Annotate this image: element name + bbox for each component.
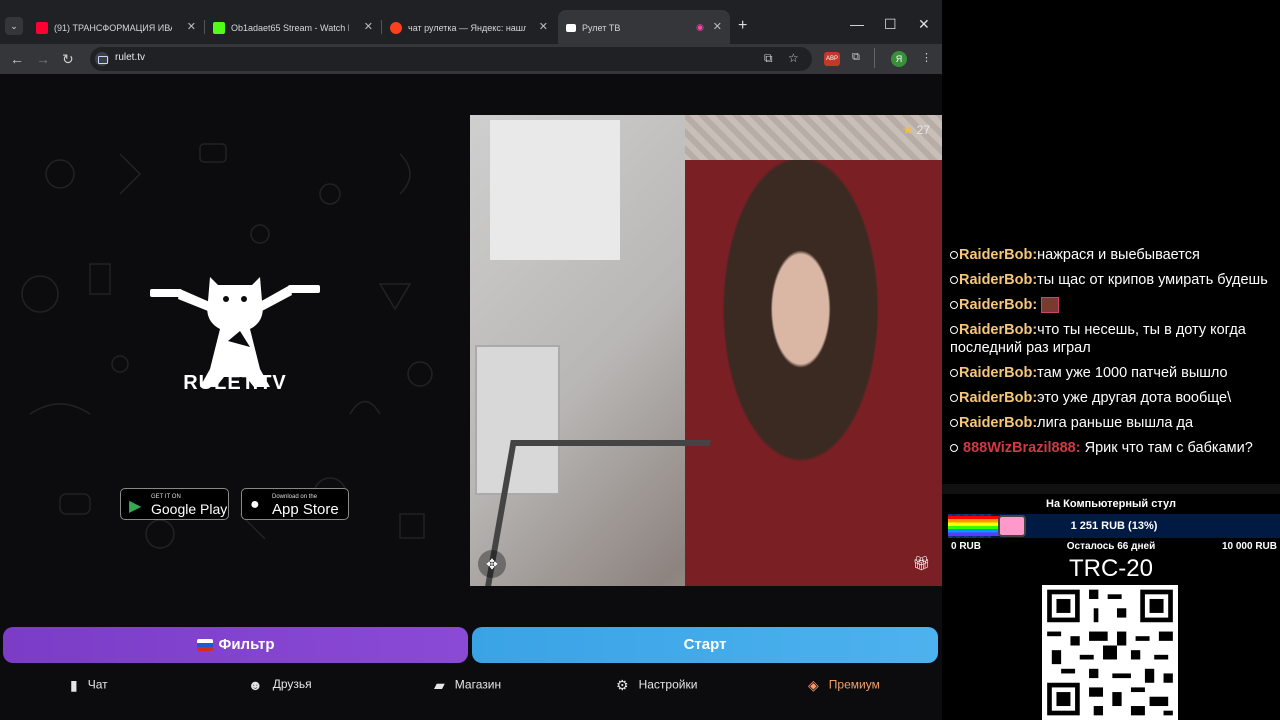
filter-button[interactable]: Фильтр: [3, 627, 468, 663]
nav-settings[interactable]: ⚙ Настройки: [616, 677, 697, 694]
back-button[interactable]: ←: [10, 50, 24, 68]
site-info-icon[interactable]: [95, 52, 109, 66]
chat-icon: ▮: [70, 677, 78, 693]
close-icon[interactable]: ✕: [713, 10, 722, 44]
russia-flag-icon: [196, 639, 213, 652]
install-app-icon[interactable]: ⧉: [764, 51, 773, 66]
nav-shop[interactable]: ▰ Магазин: [434, 677, 501, 694]
chat-message: RaiderBob:ты щас от крипов умирать будеш…: [950, 271, 1275, 289]
adblock-icon[interactable]: ABP: [824, 52, 840, 66]
address-bar[interactable]: rulet.tv ⧉ ☆: [90, 47, 812, 71]
forward-button[interactable]: →: [36, 50, 50, 68]
reload-button[interactable]: ↻: [62, 50, 74, 68]
chat-message: RaiderBob:это уже другая дота вообще\: [950, 389, 1275, 407]
extensions-icon[interactable]: ⧉: [852, 51, 860, 64]
crypto-label: TRC-20: [1068, 555, 1153, 582]
chat-message: RaiderBob:: [950, 296, 1275, 314]
badge-strip: [942, 484, 1280, 494]
rulet-favicon: [566, 23, 576, 32]
yandex-icon: [390, 21, 402, 34]
mask-effects-icon[interactable]: ✥: [478, 550, 506, 578]
stream-chat: RaiderBob:нажрася и выебывается RaiderBo…: [950, 246, 1275, 464]
tag-icon: ◈: [808, 677, 819, 693]
tab-kick[interactable]: Ob1adaet65 Stream - Watch Li ✕: [205, 12, 381, 42]
tab-yandex[interactable]: чат рулетка — Яндекс: нашлос ✕: [382, 12, 556, 42]
maximize-button[interactable]: ☐: [884, 16, 897, 33]
rating-badge: ★ 27: [902, 123, 930, 137]
goal-progress-bar: 1 251 RUB (13%): [948, 514, 1280, 538]
recording-icon: ◉: [696, 22, 704, 32]
friends-icon: ☻: [248, 677, 263, 693]
profile-avatar[interactable]: Я: [891, 51, 907, 67]
close-icon[interactable]: ✕: [364, 12, 373, 42]
close-window-button[interactable]: ✕: [918, 16, 930, 33]
menu-icon[interactable]: ⋮: [921, 51, 932, 64]
gear-icon: ⚙: [616, 677, 629, 693]
emote-image: [1041, 297, 1060, 314]
bookmark-star-icon[interactable]: ☆: [788, 51, 799, 65]
goal-current: 1 251 RUB (13%): [1070, 520, 1158, 532]
toolbar: ← → ↻ rulet.tv ⧉ ☆ ABP ⧉ Я ⋮: [0, 44, 942, 74]
star-icon: ★: [902, 123, 914, 137]
shop-icon: ▰: [434, 677, 445, 693]
rulet-page: RULET.TV ▶ GET IT ON Google Play ● Downl…: [0, 74, 942, 720]
nav-premium[interactable]: ◈ Премиум: [808, 677, 880, 694]
chat-message: RaiderBob:там уже 1000 патчей вышло: [950, 364, 1275, 382]
youtube-icon: [36, 21, 48, 34]
stream-overlay: RaiderBob:нажрася и выебывается RaiderBo…: [942, 0, 1280, 720]
url-text[interactable]: rulet.tv: [115, 52, 145, 63]
nav-friends[interactable]: ☻ Друзья: [248, 677, 312, 693]
chat-message: RaiderBob:лига раньше вышла да: [950, 414, 1275, 432]
tab-bar: ⌄ (91) ТРАНСФОРМАЦИЯ ИВАН ✕ Ob1adaet65 S…: [0, 0, 942, 44]
rulet-logo: [150, 277, 320, 387]
goal-max: 10 000 RUB: [1221, 541, 1277, 552]
start-button[interactable]: Старт: [472, 627, 938, 663]
chat-message: RaiderBob:нажрася и выебывается: [950, 246, 1275, 264]
play-icon: ▶: [129, 498, 142, 515]
google-play-button[interactable]: ▶ GET IT ON Google Play: [120, 488, 229, 520]
browser-window: ⌄ (91) ТРАНСФОРМАЦИЯ ИВАН ✕ Ob1adaet65 S…: [0, 0, 942, 720]
qr-code: [1042, 585, 1178, 720]
chat-message: 888WizBrazil888: Ярик что там с бабками?: [950, 439, 1275, 457]
partner-video: ★ 27 ✥ 🎁︎: [470, 115, 942, 586]
app-store-button[interactable]: ● Download on the App Store: [241, 488, 349, 520]
nav-chat[interactable]: ▮ Чат: [70, 677, 108, 694]
tab-search-button[interactable]: ⌄: [5, 17, 23, 35]
tab-rulet[interactable]: Рулет ТВ ◉ ✕: [558, 10, 730, 44]
new-tab-button[interactable]: +: [738, 17, 747, 35]
apple-icon: ●: [250, 496, 260, 513]
bottom-nav: ▮ Чат ☻ Друзья ▰ Магазин ⚙ Настройки ◈ Премиу…: [0, 672, 942, 700]
gift-icon[interactable]: 🎁︎: [912, 555, 930, 572]
close-icon[interactable]: ✕: [539, 12, 548, 42]
minimize-button[interactable]: —: [850, 16, 864, 32]
kick-icon: [213, 21, 225, 34]
close-icon[interactable]: ✕: [187, 12, 196, 42]
chat-message: RaiderBob:что ты несешь, ты в доту когда…: [950, 322, 1246, 356]
tab-youtube[interactable]: (91) ТРАНСФОРМАЦИЯ ИВАН ✕: [28, 12, 204, 42]
goal-title: На Компьютерный стул: [1046, 498, 1176, 510]
logo-text: RULET.TV: [183, 372, 287, 394]
